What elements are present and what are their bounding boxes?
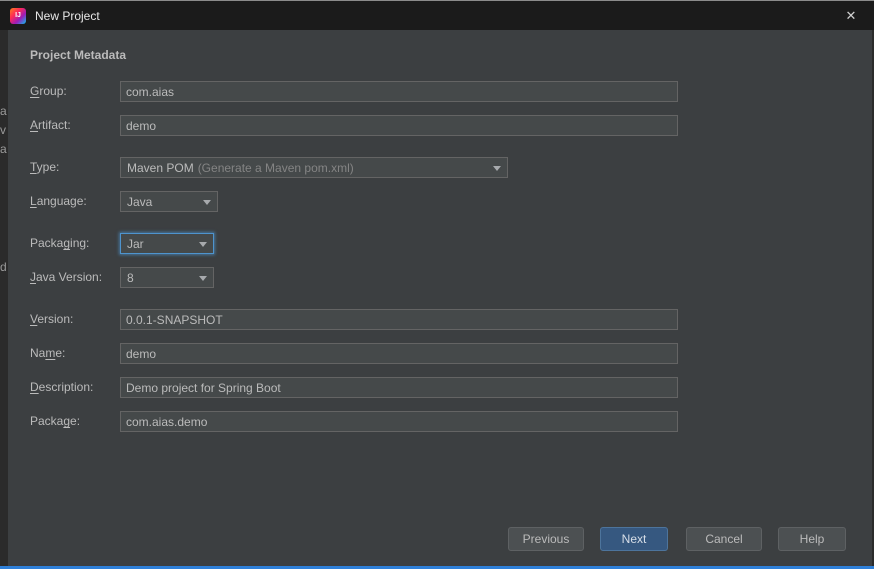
type-combobox[interactable]: Maven POM (Generate a Maven pom.xml) (120, 157, 508, 178)
type-hint: (Generate a Maven pom.xml) (197, 160, 354, 175)
new-project-dialog: a v a d IJ New Project ✕ Project Metadat… (0, 0, 874, 569)
dialog-body (8, 30, 872, 566)
background-text-fragment: v (0, 123, 6, 137)
version-input[interactable] (120, 309, 678, 330)
java-version-label: Java Version: (30, 270, 103, 284)
description-input[interactable] (120, 377, 678, 398)
package-label: Package: (30, 414, 81, 428)
group-label: Group: (30, 84, 67, 98)
packaging-combobox[interactable]: Jar (120, 233, 214, 254)
java-version-combobox[interactable]: 8 (120, 267, 214, 288)
background-text-fragment: a (0, 104, 7, 118)
background-text-fragment: d (0, 260, 7, 274)
language-label: Language: (30, 194, 87, 208)
name-input[interactable] (120, 343, 678, 364)
version-label: Version: (30, 312, 74, 326)
type-value: Maven POM (127, 160, 194, 175)
close-icon[interactable]: ✕ (828, 1, 874, 30)
background-text-fragment: a (0, 142, 7, 156)
cancel-button[interactable]: Cancel (686, 527, 762, 551)
chevron-down-icon (199, 276, 207, 281)
previous-button[interactable]: Previous (508, 527, 584, 551)
help-button[interactable]: Help (778, 527, 846, 551)
group-input[interactable] (120, 81, 678, 102)
window-title: New Project (35, 8, 100, 23)
description-label: Description: (30, 380, 94, 394)
name-label: Name: (30, 346, 66, 360)
type-label: Type: (30, 160, 60, 174)
chevron-down-icon (199, 242, 207, 247)
artifact-input[interactable] (120, 115, 678, 136)
chevron-down-icon (203, 200, 211, 205)
chevron-down-icon (493, 166, 501, 171)
artifact-label: Artifact: (30, 118, 71, 132)
package-input[interactable] (120, 411, 678, 432)
titlebar[interactable]: IJ New Project ✕ (0, 0, 874, 30)
background-window-edge: a v a d (0, 30, 8, 566)
language-value: Java (127, 194, 153, 209)
language-combobox[interactable]: Java (120, 191, 218, 212)
packaging-label: Packaging: (30, 236, 90, 250)
packaging-value: Jar (127, 236, 144, 251)
intellij-logo-icon: IJ (10, 7, 26, 24)
section-title: Project Metadata (30, 48, 127, 62)
java-version-value: 8 (127, 270, 134, 285)
next-button[interactable]: Next (600, 527, 668, 551)
